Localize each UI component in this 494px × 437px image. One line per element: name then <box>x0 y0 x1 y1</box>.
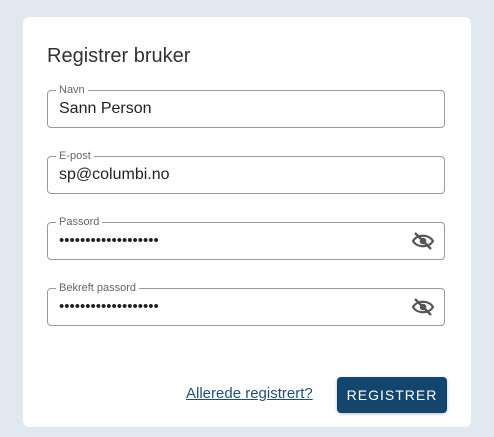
email-field[interactable]: E-post sp@columbi.no <box>47 149 445 194</box>
form-title: Registrer bruker <box>47 45 191 67</box>
name-value: Sann Person <box>59 100 152 117</box>
email-value: sp@columbi.no <box>59 166 170 183</box>
eye-off-icon[interactable] <box>411 297 435 317</box>
confirm-password-value: ••••••••••••••••••• <box>59 298 159 315</box>
name-field[interactable]: Navn Sann Person <box>47 83 445 128</box>
already-registered-link[interactable]: Allerede registrert? <box>186 385 313 402</box>
register-card: Registrer bruker Navn Sann Person E-post… <box>23 17 471 427</box>
password-field[interactable]: Passord ••••••••••••••••••• <box>47 215 445 260</box>
register-button[interactable]: REGISTRER <box>337 377 447 413</box>
password-value: ••••••••••••••••••• <box>59 232 159 249</box>
confirm-password-field[interactable]: Bekreft passord ••••••••••••••••••• <box>47 281 445 326</box>
eye-off-icon[interactable] <box>411 231 435 251</box>
